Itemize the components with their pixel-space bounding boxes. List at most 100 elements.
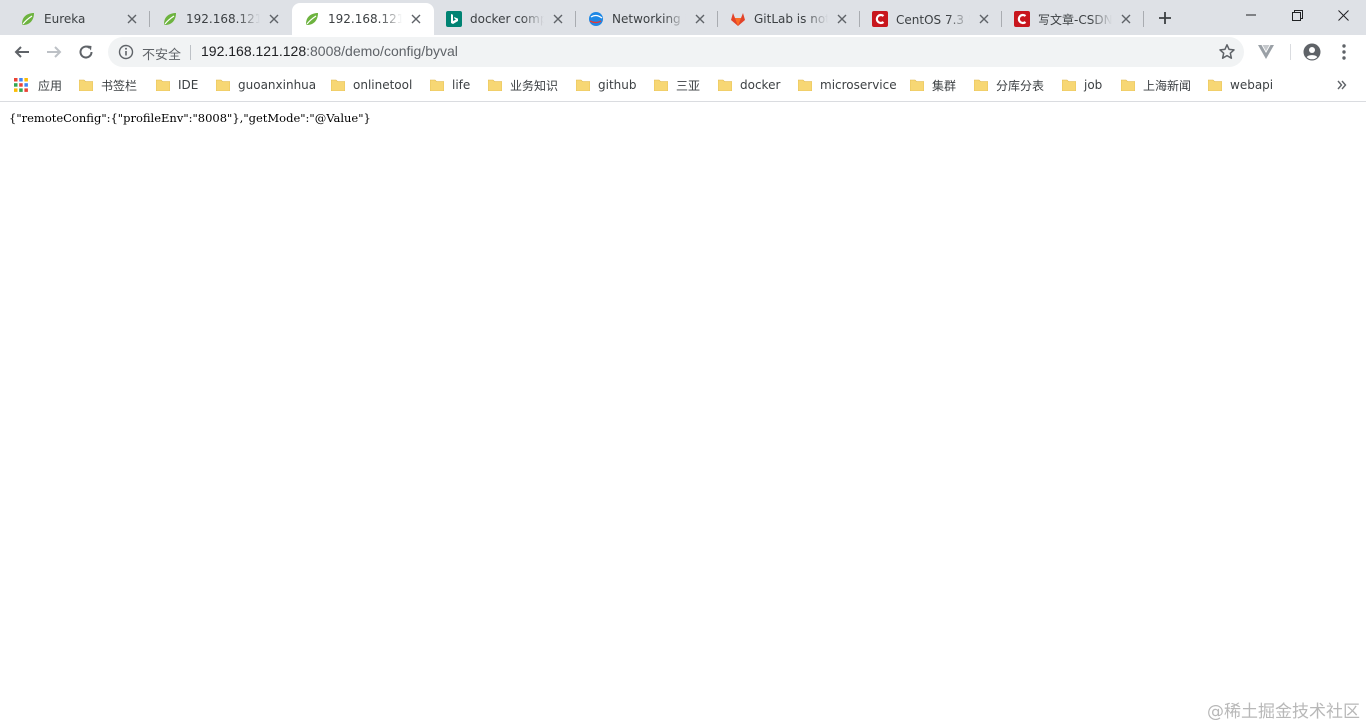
close-icon[interactable]: [550, 11, 566, 27]
bookmarks-bar: 应用 书签栏 IDE guoanxinhua onlinetool life 业…: [0, 69, 1366, 102]
bookmark-folder[interactable]: IDE: [156, 75, 198, 95]
bookmark-label: docker: [740, 78, 781, 92]
back-button[interactable]: [8, 38, 36, 66]
folder-icon: [910, 79, 924, 91]
tab-gitlab[interactable]: GitLab is not: [718, 3, 860, 35]
profile-button[interactable]: [1302, 42, 1322, 62]
bookmark-label: microservice: [820, 78, 897, 92]
bookmark-folder[interactable]: github: [576, 75, 636, 95]
address-bar[interactable]: 不安全 192.168.121.128:8008/demo/config/byv…: [108, 37, 1244, 67]
bookmark-folder[interactable]: job: [1062, 75, 1102, 95]
url-host: 192.168.121.128: [201, 43, 307, 59]
folder-icon: [1121, 79, 1135, 91]
arrow-left-icon: [14, 46, 29, 58]
restore-icon: [1291, 9, 1303, 21]
apps-grid-icon: [14, 78, 28, 92]
bookmark-label: 分库分表: [996, 78, 1045, 93]
folder-icon: [798, 79, 812, 91]
bookmark-folder[interactable]: 分库分表: [974, 75, 1044, 95]
toolbar-divider: [1290, 44, 1291, 60]
tab-ip-active[interactable]: 192.168.121.128:8008: [292, 3, 434, 35]
bookmark-folder[interactable]: 三亚: [654, 75, 700, 95]
minimize-icon: [1246, 14, 1256, 16]
spring-leaf-icon: [304, 11, 320, 27]
forward-button[interactable]: [40, 38, 68, 66]
close-icon[interactable]: [266, 11, 282, 27]
folder-icon: [488, 79, 502, 91]
csdn-icon: [872, 11, 888, 27]
reload-icon: [79, 45, 93, 59]
bookmark-label: 集群: [932, 78, 957, 93]
tab-centos[interactable]: CentOS 7.3 安: [860, 3, 1002, 35]
bookmark-label: 上海新闻: [1143, 78, 1192, 93]
bookmark-star-icon[interactable]: [1218, 43, 1236, 61]
bookmark-folder[interactable]: 上海新闻: [1121, 75, 1191, 95]
bookmark-label: life: [452, 78, 471, 92]
more-vert-icon: [1342, 44, 1346, 60]
tab-strip: Eureka 192.168.121.128:8008 192.168.121.…: [0, 0, 1366, 35]
bookmark-folder[interactable]: docker: [718, 75, 780, 95]
folder-icon: [974, 79, 988, 91]
reload-button[interactable]: [72, 38, 100, 66]
tab-ip-1[interactable]: 192.168.121.128:8008: [150, 3, 292, 35]
plus-icon: [1159, 12, 1171, 24]
tab-title: CentOS 7.3 安: [896, 12, 970, 27]
security-label[interactable]: 不安全: [142, 44, 181, 63]
close-icon[interactable]: [408, 11, 424, 27]
vue-devtools-icon: [1258, 45, 1274, 59]
folder-icon: [654, 79, 668, 91]
bookmark-folder[interactable]: 业务知识: [488, 75, 558, 95]
tab-title: Eureka: [44, 12, 86, 26]
info-icon[interactable]: [118, 44, 134, 60]
bookmark-folder[interactable]: 书签栏: [79, 75, 137, 95]
url-text[interactable]: 192.168.121.128:8008/demo/config/byval: [201, 43, 458, 59]
bookmark-label: github: [598, 78, 637, 92]
minimize-button[interactable]: [1228, 0, 1274, 30]
bookmark-label: guoanxinhua: [238, 78, 317, 92]
bookmark-label: 业务知识: [510, 78, 559, 93]
bookmark-apps[interactable]: 应用: [14, 75, 62, 95]
tab-networking[interactable]: Networking in: [576, 3, 718, 35]
bookmark-label: IDE: [178, 78, 199, 92]
omnibox-divider: [190, 45, 191, 60]
bookmark-label: 三亚: [676, 78, 701, 93]
page-content: {"remoteConfig":{"profileEnv":"8008"},"g…: [0, 102, 1366, 728]
tab-title: Networking in: [612, 12, 686, 26]
folder-icon: [576, 79, 590, 91]
folder-icon: [1208, 79, 1222, 91]
folder-icon: [331, 79, 345, 91]
tab-docker-compose[interactable]: docker compose: [434, 3, 576, 35]
spring-leaf-icon: [162, 11, 178, 27]
tab-eureka[interactable]: Eureka: [8, 3, 150, 35]
bookmark-label: job: [1084, 78, 1103, 92]
folder-icon: [79, 79, 93, 91]
tab-list: Eureka 192.168.121.128:8008 192.168.121.…: [8, 3, 1144, 35]
bookmark-folder[interactable]: life: [430, 75, 470, 95]
bookmarks-overflow-button[interactable]: [1334, 76, 1350, 94]
account-icon: [1303, 43, 1321, 61]
close-icon[interactable]: [976, 11, 992, 27]
tab-csdn-write[interactable]: 写文章-CSDN: [1002, 3, 1144, 35]
bookmark-folder[interactable]: onlinetool: [331, 75, 412, 95]
close-icon[interactable]: [834, 11, 850, 27]
spring-leaf-icon: [20, 11, 36, 27]
close-icon[interactable]: [124, 11, 140, 27]
folder-icon: [430, 79, 444, 91]
close-window-button[interactable]: [1320, 0, 1366, 30]
folder-icon: [718, 79, 732, 91]
double-chevron-right-icon: [1337, 80, 1347, 90]
menu-button[interactable]: [1334, 42, 1354, 62]
new-tab-button[interactable]: [1154, 7, 1176, 29]
folder-icon: [216, 79, 230, 91]
json-response-text: {"remoteConfig":{"profileEnv":"8008"},"g…: [9, 111, 371, 125]
bookmark-label: onlinetool: [353, 78, 413, 92]
extension-button[interactable]: [1256, 42, 1276, 62]
bookmark-folder[interactable]: 集群: [910, 75, 956, 95]
close-icon[interactable]: [1118, 11, 1134, 27]
bookmark-folder[interactable]: webapi: [1208, 75, 1273, 95]
restore-button[interactable]: [1274, 0, 1320, 30]
close-icon[interactable]: [692, 11, 708, 27]
bookmark-folder[interactable]: guoanxinhua: [216, 75, 316, 95]
bookmark-folder[interactable]: microservice: [798, 75, 897, 95]
bookmark-label: webapi: [1230, 78, 1274, 92]
